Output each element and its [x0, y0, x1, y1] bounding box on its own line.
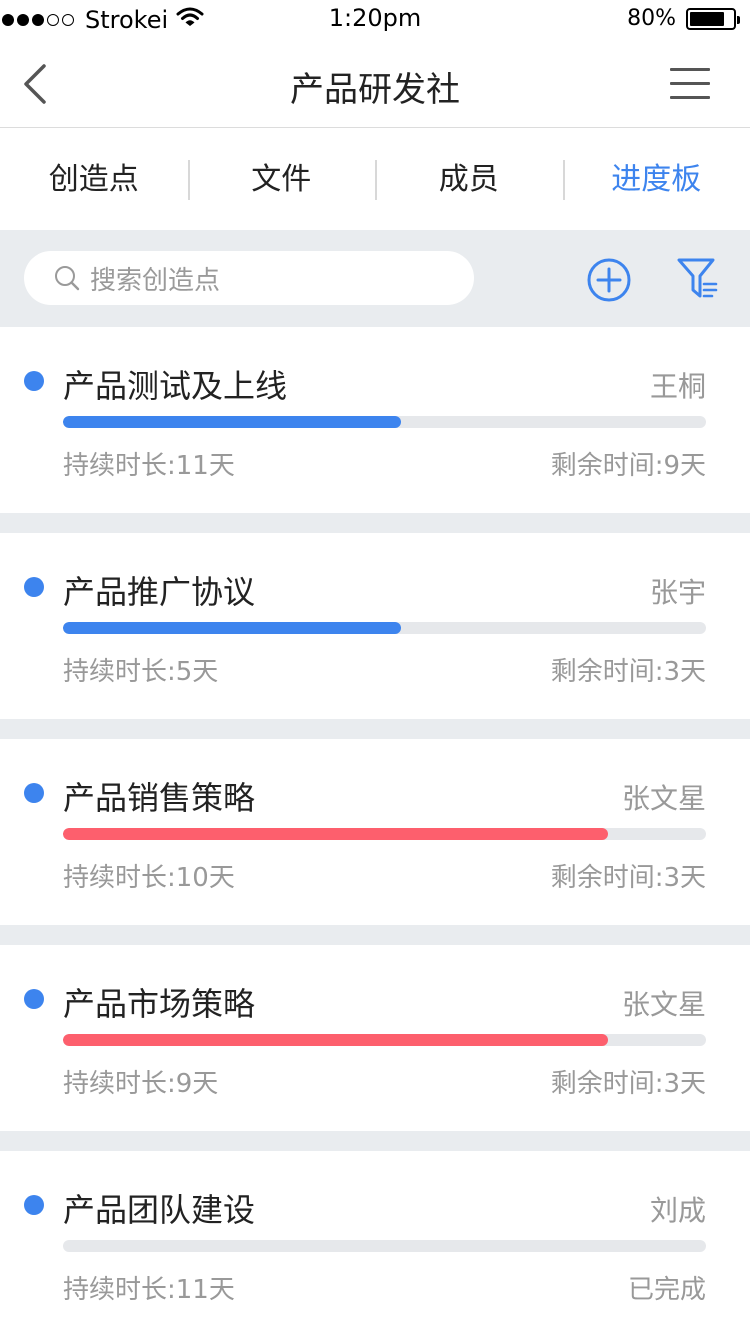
task-title: 产品销售策略	[63, 779, 256, 817]
progress-bar	[63, 622, 706, 634]
divider	[0, 719, 750, 739]
status-bar: Strokei 1:20pm 80%	[0, 0, 750, 40]
status-dot	[24, 1195, 44, 1215]
task-owner: 张文星	[621, 782, 706, 815]
search-placeholder: 搜索创造点	[90, 265, 221, 296]
task-remaining: 剩余时间:3天	[550, 1069, 706, 1099]
task-duration: 持续时长:5天	[63, 657, 219, 687]
divider	[0, 513, 750, 533]
progress-fill	[63, 416, 401, 428]
status-dot	[24, 989, 44, 1009]
task-owner: 刘成	[649, 1194, 706, 1227]
progress-bar	[63, 1240, 706, 1252]
task-card[interactable]: 产品测试及上线 王桐 持续时长:11天 剩余时间:9天	[0, 327, 750, 513]
tab-bar: 创造点 文件 成员 进度板	[0, 129, 750, 230]
task-title: 产品推广协议	[63, 573, 256, 611]
filter-icon	[677, 258, 718, 298]
progress-fill	[63, 1034, 609, 1046]
search-toolbar: 搜索创造点	[0, 230, 750, 327]
tab-progress-board[interactable]: 进度板	[562, 159, 750, 200]
status-right: 80%	[627, 6, 740, 31]
status-dot	[24, 371, 44, 391]
task-owner: 张宇	[649, 576, 706, 609]
task-owner: 王桐	[649, 370, 706, 403]
add-button[interactable]	[586, 257, 632, 303]
task-title: 产品团队建设	[63, 1191, 256, 1229]
progress-fill	[63, 622, 401, 634]
task-remaining: 剩余时间:3天	[550, 657, 706, 687]
filter-button[interactable]	[676, 256, 718, 302]
task-duration: 持续时长:9天	[63, 1069, 219, 1099]
task-title: 产品测试及上线	[63, 367, 288, 405]
progress-bar	[63, 828, 706, 840]
progress-fill	[63, 828, 609, 840]
status-dot	[24, 783, 44, 803]
battery-icon	[686, 7, 740, 30]
task-card[interactable]: 产品市场策略 张文星 持续时长:9天 剩余时间:3天	[0, 945, 750, 1131]
tab-members[interactable]: 成员	[375, 159, 563, 200]
navigation-bar: 产品研发社	[0, 40, 750, 128]
task-title: 产品市场策略	[63, 985, 256, 1023]
search-icon	[54, 265, 80, 291]
progress-bar	[63, 1034, 706, 1046]
battery-percent: 80%	[627, 6, 676, 31]
task-duration: 持续时长:11天	[63, 1275, 235, 1305]
task-list: 产品测试及上线 王桐 持续时长:11天 剩余时间:9天 产品推广协议 张宇 持续…	[0, 327, 750, 1319]
plus-circle-icon	[587, 258, 631, 302]
task-duration: 持续时长:11天	[63, 451, 235, 481]
tab-files[interactable]: 文件	[187, 159, 376, 200]
task-owner: 张文星	[621, 988, 706, 1021]
hamburger-menu-icon[interactable]	[670, 68, 710, 102]
page-title: 产品研发社	[290, 70, 460, 110]
task-card[interactable]: 产品团队建设 刘成 持续时长:11天 已完成	[0, 1151, 750, 1319]
task-duration: 持续时长:10天	[63, 863, 235, 893]
progress-bar	[63, 416, 706, 428]
divider	[0, 1131, 750, 1151]
tab-creation-points[interactable]: 创造点	[0, 160, 188, 200]
status-dot	[24, 577, 44, 597]
search-input[interactable]: 搜索创造点	[24, 251, 474, 305]
divider	[0, 925, 750, 945]
task-remaining: 剩余时间:9天	[550, 451, 706, 481]
task-remaining: 已完成	[627, 1275, 706, 1305]
task-card[interactable]: 产品推广协议 张宇 持续时长:5天 剩余时间:3天	[0, 533, 750, 719]
task-remaining: 剩余时间:3天	[550, 863, 706, 893]
task-card[interactable]: 产品销售策略 张文星 持续时长:10天 剩余时间:3天	[0, 739, 750, 925]
